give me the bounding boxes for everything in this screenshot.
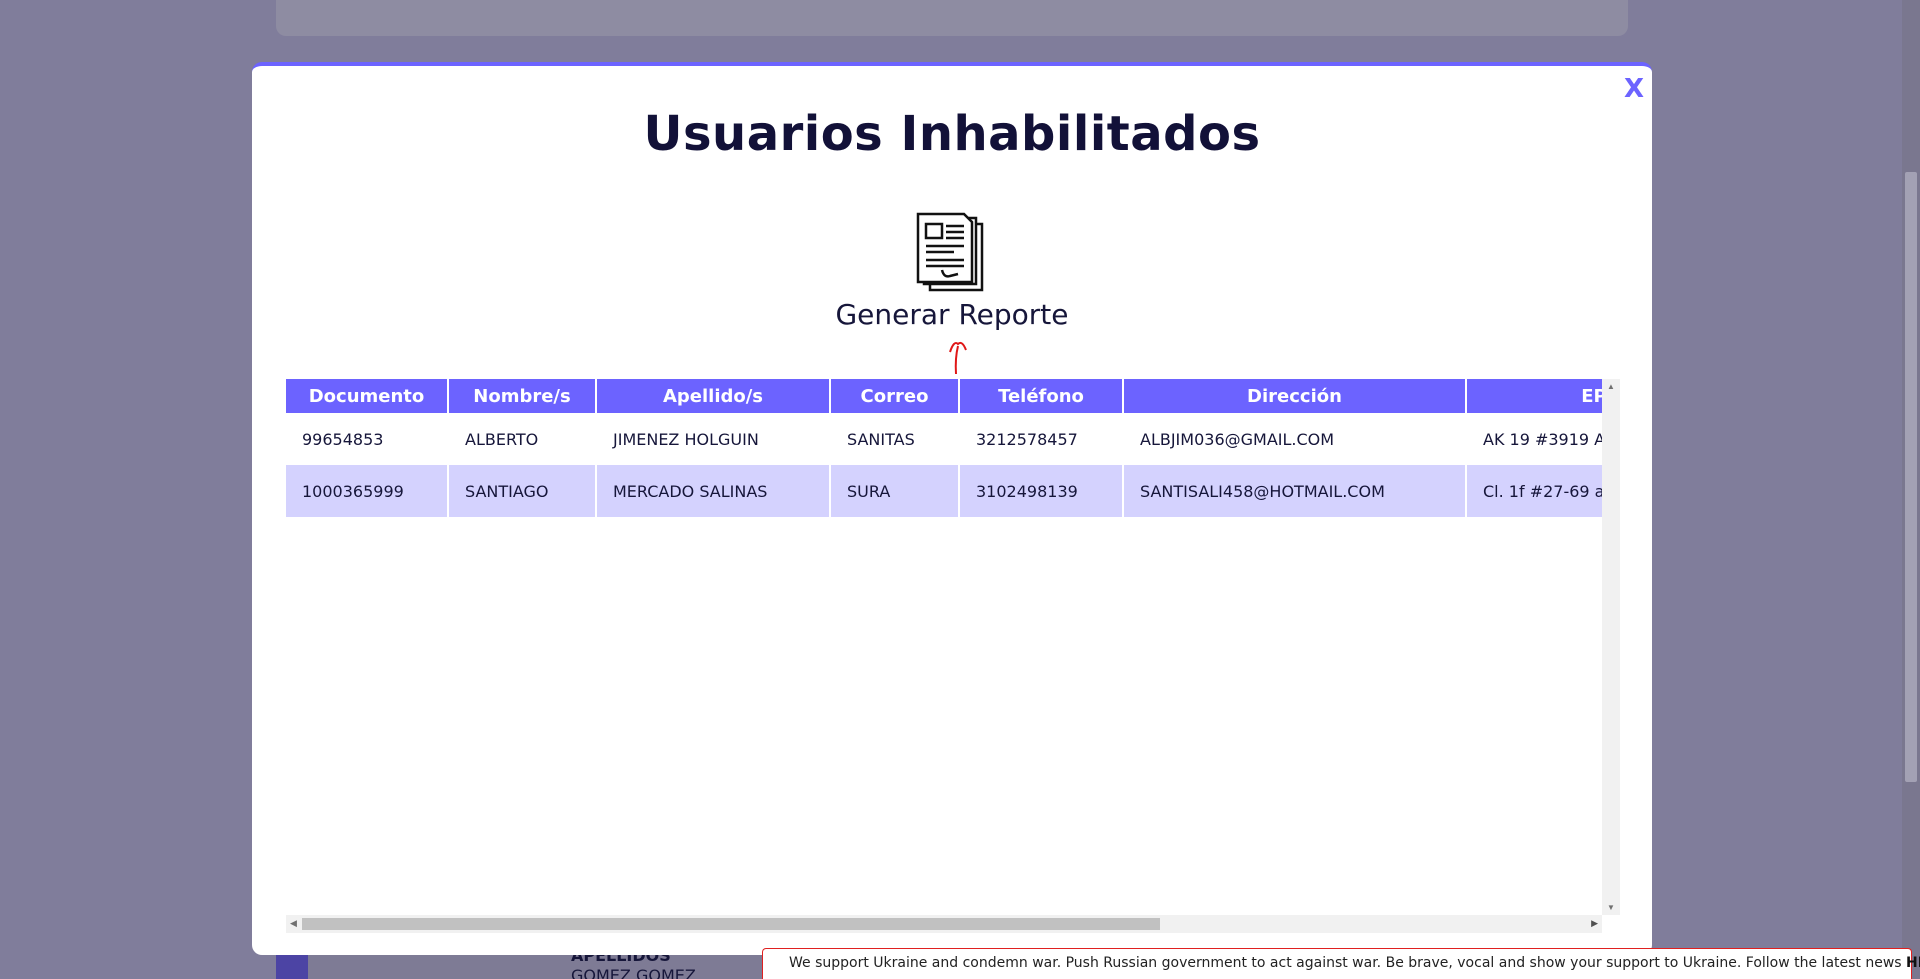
scroll-right-arrow-icon[interactable]: ▶	[1591, 918, 1598, 929]
column-header-telefono: Teléfono	[960, 379, 1124, 413]
banner-message: We support Ukraine and condemn war. Push…	[789, 955, 1920, 971]
cell-correo: SURA	[831, 465, 960, 517]
banner-link-here[interactable]: HERE	[1906, 955, 1920, 971]
page-scrollbar-thumb[interactable]	[1905, 172, 1917, 782]
cell-telefono: 3212578457	[960, 413, 1124, 465]
table-row[interactable]: 1000365999 SANTIAGO MERCADO SALINAS SURA…	[286, 465, 1602, 517]
modal-title: Usuarios Inhabilitados	[643, 106, 1261, 162]
cell-apellido: MERCADO SALINAS	[597, 465, 831, 517]
cell-documento: 1000365999	[286, 465, 449, 517]
column-header-eps: EPS	[1467, 379, 1602, 413]
generate-report-button[interactable]: Generar Reporte	[252, 298, 1652, 331]
horizontal-scrollbar-thumb[interactable]	[302, 918, 1160, 930]
column-header-correo: Correo	[831, 379, 960, 413]
cell-apellido: JIMENEZ HOLGUIN	[597, 413, 831, 465]
scroll-left-arrow-icon[interactable]: ◀	[290, 918, 297, 929]
table-vertical-scrollbar[interactable]: ▲ ▼	[1602, 379, 1620, 915]
scroll-up-arrow-icon[interactable]: ▲	[1607, 382, 1615, 391]
users-table-container: Documento Nombre/s Apellido/s Correo Tel…	[286, 379, 1620, 933]
cell-telefono: 3102498139	[960, 465, 1124, 517]
cell-eps: AK 19 #3919 A 37	[1467, 413, 1602, 465]
table-header-row: Documento Nombre/s Apellido/s Correo Tel…	[286, 379, 1602, 413]
close-button[interactable]: X	[1624, 74, 1644, 104]
report-document-icon[interactable]	[914, 212, 986, 294]
cell-nombre: ALBERTO	[449, 413, 597, 465]
column-header-documento: Documento	[286, 379, 449, 413]
table-horizontal-scrollbar[interactable]: ◀ ▶	[286, 915, 1602, 933]
users-table-viewport: Documento Nombre/s Apellido/s Correo Tel…	[286, 379, 1602, 915]
cell-correo: SANITAS	[831, 413, 960, 465]
cell-direccion: SANTISALI458@HOTMAIL.COM	[1124, 465, 1467, 517]
users-table: Documento Nombre/s Apellido/s Correo Tel…	[286, 379, 1602, 517]
table-row[interactable]: 99654853 ALBERTO JIMENEZ HOLGUIN SANITAS…	[286, 413, 1602, 465]
column-header-direccion: Dirección	[1124, 379, 1467, 413]
column-header-apellido: Apellido/s	[597, 379, 831, 413]
cell-nombre: SANTIAGO	[449, 465, 597, 517]
ukraine-support-banner: We support Ukraine and condemn war. Push…	[762, 948, 1920, 979]
background-value-apellidos: GOMEZ GOMEZ	[571, 966, 696, 979]
cell-documento: 99654853	[286, 413, 449, 465]
disabled-users-modal: X Usuarios Inhabilitados Generar Reporte	[252, 62, 1652, 955]
page-scrollbar[interactable]	[1902, 0, 1920, 979]
cell-eps: Cl. 1f #27-69 a 27	[1467, 465, 1602, 517]
annotation-arrow-icon	[949, 341, 967, 375]
banner-text: We support Ukraine and condemn war. Push…	[789, 955, 1902, 971]
background-card	[276, 0, 1628, 36]
cell-direccion: ALBJIM036@GMAIL.COM	[1124, 413, 1467, 465]
scroll-down-arrow-icon[interactable]: ▼	[1607, 903, 1615, 912]
column-header-nombre: Nombre/s	[449, 379, 597, 413]
